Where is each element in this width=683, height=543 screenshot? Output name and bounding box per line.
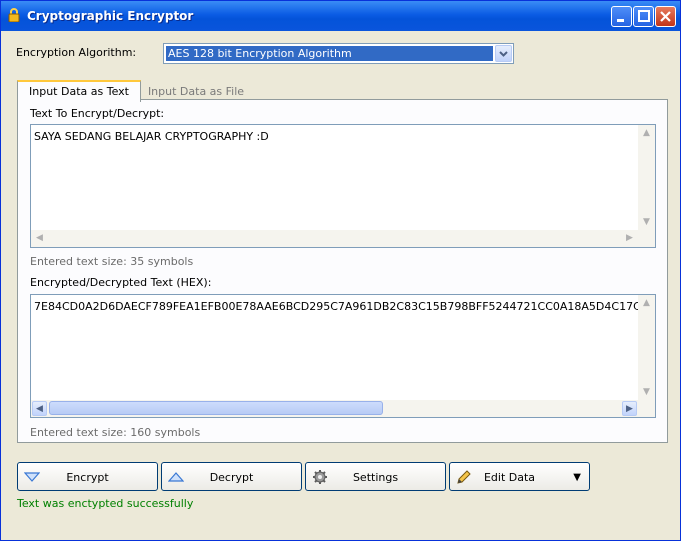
- scroll-down-icon[interactable]: ▼: [639, 385, 654, 400]
- edit-data-button-label: Edit Data: [483, 471, 536, 484]
- input-label: Text To Encrypt/Decrypt:: [30, 107, 165, 120]
- scroll-up-icon[interactable]: ▲: [639, 296, 654, 311]
- scroll-down-icon[interactable]: ▼: [639, 215, 654, 230]
- output-text: 7E84CD0A2D6DAECF789FEA1EFB00E78AAE6BCD29…: [34, 300, 656, 313]
- algorithm-select[interactable]: AES 128 bit Encryption Algorithm: [163, 43, 514, 64]
- input-text: SAYA SEDANG BELAJAR CRYPTOGRAPHY :D: [34, 130, 269, 143]
- chevron-down-icon: [499, 51, 508, 57]
- scroll-left-icon[interactable]: ◀: [32, 231, 47, 246]
- input-horizontal-scrollbar[interactable]: ◀ ▶: [31, 230, 655, 247]
- dropdown-button[interactable]: [495, 45, 512, 62]
- output-size-text: Entered text size: 160 symbols: [30, 426, 201, 439]
- decrypt-button[interactable]: Decrypt: [161, 462, 302, 491]
- scroll-up-icon[interactable]: ▲: [639, 126, 654, 141]
- maximize-button[interactable]: [633, 6, 654, 27]
- output-textarea[interactable]: 7E84CD0A2D6DAECF789FEA1EFB00E78AAE6BCD29…: [30, 294, 656, 418]
- tab-input-text[interactable]: Input Data as Text: [17, 80, 141, 102]
- close-button[interactable]: [655, 6, 676, 27]
- encrypt-button[interactable]: Encrypt: [17, 462, 158, 491]
- title-bar[interactable]: Cryptographic Encryptor: [1, 1, 680, 31]
- scroll-right-icon[interactable]: ▶: [622, 231, 637, 246]
- dropdown-arrow-icon[interactable]: ▼: [573, 472, 581, 483]
- input-vertical-scrollbar[interactable]: ▲ ▼: [638, 125, 655, 231]
- algorithm-selected-value: AES 128 bit Encryption Algorithm: [166, 46, 493, 61]
- lock-icon: [7, 8, 21, 23]
- settings-button-label: Settings: [352, 471, 399, 484]
- tab-panel: Text To Encrypt/Decrypt: SAYA SEDANG BEL…: [17, 99, 668, 443]
- input-size-text: Entered text size: 35 symbols: [30, 255, 194, 268]
- scroll-right-icon[interactable]: ▶: [622, 401, 637, 416]
- minimize-icon: [617, 19, 624, 22]
- maximize-icon: [638, 10, 650, 22]
- status-message: Text was enctypted successfully: [17, 497, 194, 510]
- input-textarea[interactable]: SAYA SEDANG BELAJAR CRYPTOGRAPHY :D ▲ ▼ …: [30, 124, 656, 248]
- output-vertical-scrollbar[interactable]: ▲ ▼: [638, 295, 655, 401]
- output-label: Encrypted/Decrypted Text (HEX):: [30, 276, 212, 289]
- app-window: Cryptographic Encryptor Encryption Algor…: [0, 0, 681, 541]
- decrypt-button-label: Decrypt: [209, 471, 254, 484]
- scroll-left-icon[interactable]: ◀: [32, 401, 47, 416]
- close-icon: [660, 11, 671, 22]
- window-title: Cryptographic Encryptor: [27, 9, 194, 23]
- settings-button[interactable]: Settings: [305, 462, 446, 491]
- edit-data-button[interactable]: Edit Data ▼: [449, 462, 590, 491]
- output-horizontal-scrollbar[interactable]: ◀ ▶: [31, 400, 655, 417]
- encrypt-button-label: Encrypt: [66, 471, 109, 484]
- minimize-button[interactable]: [611, 6, 632, 27]
- scrollbar-thumb[interactable]: [49, 401, 383, 415]
- algorithm-label: Encryption Algorithm:: [16, 46, 137, 59]
